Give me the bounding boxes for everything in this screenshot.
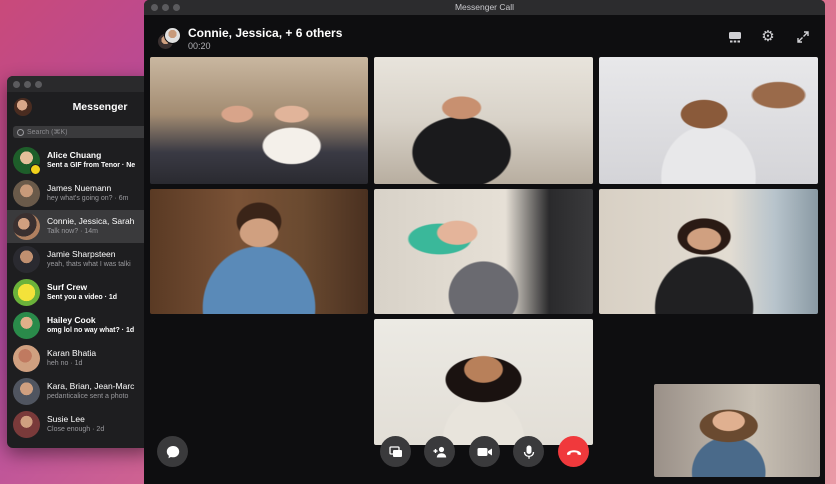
conversation-preview: omg lol no way what? · 1d: [47, 327, 135, 334]
conversation-name: Surf Crew: [47, 282, 88, 292]
participant-video-tile: [374, 57, 593, 184]
participant-video-tile: [599, 189, 818, 314]
screen-share-icon: [388, 445, 402, 457]
video-icon: [477, 447, 492, 456]
conversation-item-kara-brian-jean-marc[interactable]: Kara, Brian, Jean-Marc pedanticalice sen…: [7, 375, 153, 408]
conversation-name: Hailey Cook: [47, 315, 96, 325]
participant-video-tile: [150, 189, 368, 314]
avatar: [13, 246, 40, 273]
conversation-preview: pedanticalice sent a photo: [47, 393, 129, 400]
end-call-button[interactable]: [558, 436, 589, 467]
avatar: [13, 147, 41, 175]
conversation-name: Karan Bhatia: [47, 348, 97, 358]
chat-icon: [166, 445, 179, 458]
avatar: [13, 378, 40, 405]
conversation-name: Alice Chuang: [47, 150, 102, 160]
grid-icon[interactable]: [728, 30, 742, 44]
add-person-button[interactable]: [424, 436, 455, 467]
conversation-name: Susie Lee: [47, 414, 85, 424]
conversation-name: Jamie Sharpsteen: [47, 249, 116, 259]
call-titlebar: Messenger Call: [144, 0, 825, 15]
conversation-name: Kara, Brian, Jean-Marc: [47, 381, 135, 391]
chat-button[interactable]: [157, 436, 188, 467]
gear-icon[interactable]: ⚙: [761, 29, 775, 44]
conversation-preview: heh no · 1d: [47, 360, 83, 367]
conversation-item-karan-bhatia[interactable]: Karan Bhatia heh no · 1d: [7, 342, 153, 375]
search-box[interactable]: [13, 126, 147, 138]
messenger-window: Messenger Alice Chuang Sent a GIF from T…: [7, 76, 153, 448]
conversation-item-jamie-sharpsteen[interactable]: Jamie Sharpsteen yeah, thats what I was …: [7, 243, 153, 276]
call-participants: Connie, Jessica, + 6 others: [188, 26, 343, 40]
conversation-item-susie-lee[interactable]: Susie Lee Close enough · 2d: [7, 408, 153, 441]
call-window: Messenger Call Connie, Jessica, + 6 othe…: [144, 0, 825, 484]
search-input[interactable]: [27, 128, 137, 136]
story-badge: [30, 164, 41, 175]
avatar: [13, 279, 40, 306]
conversation-preview: Sent a GIF from Tenor · Ne: [47, 162, 136, 169]
video-button[interactable]: [469, 436, 500, 467]
avatar: [13, 411, 40, 438]
zoom-window-button[interactable]: [35, 80, 42, 88]
conversation-preview: Close enough · 2d: [47, 426, 105, 433]
group-avatar: [157, 27, 181, 50]
avatar: [13, 180, 40, 207]
end-call-icon: [566, 449, 581, 455]
self-view-video[interactable]: [654, 384, 820, 477]
participant-video-tile: [374, 189, 593, 314]
messenger-title: Messenger: [72, 101, 128, 113]
expand-icon[interactable]: [796, 30, 810, 44]
conversation-name: Connie, Jessica, Sarah: [47, 216, 135, 226]
conversation-preview: Talk now? · 14m: [47, 228, 98, 235]
window-title: Messenger Call: [454, 2, 515, 12]
conversation-item-hailey-cook[interactable]: Hailey Cook omg lol no way what? · 1d: [7, 309, 153, 342]
avatar: [13, 345, 40, 372]
add-person-icon: [433, 446, 446, 457]
minimize-window-button[interactable]: [24, 80, 31, 88]
search-icon: [17, 128, 24, 136]
conversation-item-connie-jessica-sarah[interactable]: Connie, Jessica, Sarah Talk now? · 14m: [7, 210, 153, 243]
avatar: [164, 27, 181, 44]
screen-share-button[interactable]: [380, 436, 411, 467]
conversation-item-surf-crew[interactable]: Surf Crew Sent you a video · 1d: [7, 276, 153, 309]
participant-video-tile: [150, 57, 368, 184]
conversation-preview: Sent you a video · 1d: [47, 294, 118, 301]
conversation-item-james-nuemann[interactable]: James Nuemann hey what's going on? · 6m: [7, 177, 153, 210]
participant-video-tile: [374, 319, 593, 445]
conversation-name: James Nuemann: [47, 183, 112, 193]
conversation-preview: hey what's going on? · 6m: [47, 195, 129, 202]
call-duration: 00:20: [188, 41, 211, 51]
avatar: [13, 213, 40, 240]
call-header: Connie, Jessica, + 6 others 00:20 ⚙: [144, 15, 825, 55]
close-window-button[interactable]: [13, 80, 20, 88]
participant-video-tile: [599, 57, 818, 184]
conversation-preview: yeah, thats what I was talki: [47, 261, 131, 268]
microphone-icon: [523, 445, 534, 459]
messenger-titlebar: [7, 76, 153, 92]
messenger-header: Messenger: [7, 92, 153, 122]
avatar: [13, 312, 40, 339]
microphone-button[interactable]: [513, 436, 544, 467]
conversation-item-alice-chuang[interactable]: Alice Chuang Sent a GIF from Tenor · Ne: [7, 144, 153, 177]
